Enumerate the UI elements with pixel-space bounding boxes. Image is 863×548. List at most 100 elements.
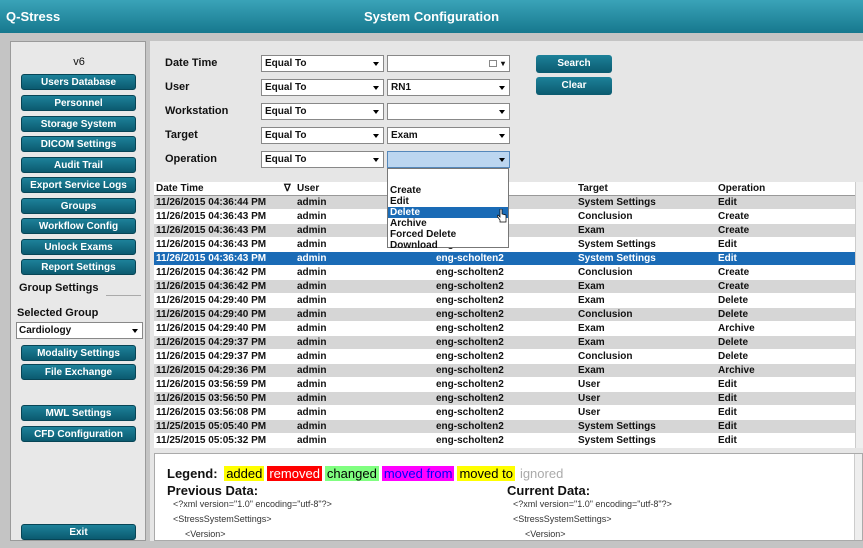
exit-button[interactable]: Exit bbox=[21, 524, 136, 540]
table-row[interactable]: 11/26/2015 04:29:36 PM admin eng-scholten2… bbox=[154, 364, 855, 378]
previous-xml-line: <StressSystemSettings> bbox=[173, 514, 272, 524]
storage-system-button[interactable]: Storage System bbox=[21, 116, 136, 132]
dicom-settings-button[interactable]: DICOM Settings bbox=[21, 136, 136, 152]
cell-operation: Create bbox=[718, 281, 750, 292]
table-row[interactable]: 11/26/2015 03:56:59 PM admin eng-scholten2… bbox=[154, 378, 855, 392]
sidebar: v6 Users Database Personnel Storage Syst… bbox=[10, 41, 146, 541]
cell-operation: Edit bbox=[718, 435, 737, 446]
current-xml-line: <Version> bbox=[525, 529, 566, 539]
cell-date-time: 11/26/2015 04:36:42 PM bbox=[156, 267, 267, 278]
table-row[interactable]: 11/26/2015 03:56:08 PM admin eng-scholten2… bbox=[154, 406, 855, 420]
dropdown-option-create[interactable]: Create bbox=[388, 185, 508, 196]
mwl-settings-button[interactable]: MWL Settings bbox=[21, 405, 136, 421]
dropdown-option-archive[interactable]: Archive bbox=[388, 218, 508, 229]
date-time-value-picker[interactable]: ▾ bbox=[387, 55, 510, 72]
calendar-icon bbox=[489, 60, 497, 67]
target-value: Exam bbox=[391, 130, 418, 141]
column-header-date-time[interactable]: Date Time bbox=[156, 183, 204, 194]
details-scrollbar[interactable] bbox=[854, 454, 862, 540]
cell-date-time: 11/26/2015 04:36:44 PM bbox=[156, 197, 267, 208]
personnel-button[interactable]: Personnel bbox=[21, 95, 136, 111]
cell-operation: Delete bbox=[718, 309, 749, 320]
vertical-scrollbar[interactable] bbox=[855, 182, 863, 448]
cell-date-time: 11/26/2015 03:56:59 PM bbox=[156, 379, 267, 390]
operation-value-select[interactable] bbox=[387, 151, 510, 168]
cell-workstation: eng-scholten2 bbox=[436, 337, 504, 348]
table-row[interactable]: 11/26/2015 03:56:50 PM admin eng-scholten2… bbox=[154, 392, 855, 406]
audit-trail-button[interactable]: Audit Trail bbox=[21, 157, 136, 173]
column-header-user[interactable]: User bbox=[297, 183, 319, 194]
target-operator-select[interactable]: Equal To bbox=[261, 127, 384, 144]
group-settings-label: Group Settings bbox=[19, 282, 99, 294]
app-frame: v6 Users Database Personnel Storage Syst… bbox=[0, 33, 863, 548]
cell-date-time: 11/26/2015 04:29:36 PM bbox=[156, 365, 267, 376]
cell-date-time: 11/26/2015 04:29:37 PM bbox=[156, 337, 267, 348]
cell-user: admin bbox=[297, 225, 327, 236]
cell-target: System Settings bbox=[578, 239, 656, 250]
cell-operation: Delete bbox=[718, 351, 749, 362]
cell-operation: Create bbox=[718, 211, 750, 222]
file-exchange-button[interactable]: File Exchange bbox=[21, 364, 136, 380]
workflow-config-button[interactable]: Workflow Config bbox=[21, 218, 136, 234]
cell-target: Exam bbox=[578, 281, 605, 292]
column-header-target[interactable]: Target bbox=[578, 183, 608, 194]
divider bbox=[106, 295, 141, 296]
search-button[interactable]: Search bbox=[536, 55, 612, 73]
cell-date-time: 11/26/2015 04:29:40 PM bbox=[156, 309, 267, 320]
window-title: System Configuration bbox=[363, 9, 500, 24]
dropdown-option-delete[interactable]: Delete bbox=[388, 207, 508, 218]
chevron-down-icon bbox=[132, 329, 138, 333]
cell-date-time: 11/26/2015 04:36:43 PM bbox=[156, 225, 267, 236]
legend-item: ignored bbox=[517, 466, 566, 481]
target-value-select[interactable]: Exam bbox=[387, 127, 510, 144]
table-row[interactable]: 11/25/2015 05:05:32 PM admin eng-scholten2… bbox=[154, 434, 855, 448]
date-time-operator-select[interactable]: Equal To bbox=[261, 55, 384, 72]
users-database-button[interactable]: Users Database bbox=[21, 74, 136, 90]
cell-workstation: eng-scholten2 bbox=[436, 351, 504, 362]
report-settings-button[interactable]: Report Settings bbox=[21, 259, 136, 275]
cell-target: User bbox=[578, 407, 601, 418]
table-row[interactable]: 11/26/2015 04:29:37 PM admin eng-scholten2… bbox=[154, 336, 855, 350]
column-header-operation[interactable]: Operation bbox=[718, 183, 765, 194]
table-row[interactable]: 11/26/2015 04:36:42 PM admin eng-scholten2… bbox=[154, 266, 855, 280]
cell-date-time: 11/25/2015 05:05:40 PM bbox=[156, 421, 267, 432]
dropdown-option-edit[interactable]: Edit bbox=[388, 196, 508, 207]
filter-label-workstation: Workstation bbox=[165, 105, 229, 117]
cell-user: admin bbox=[297, 407, 327, 418]
chevron-down-icon: ▾ bbox=[500, 59, 505, 68]
main-panel: Date Time Equal To ▾ User Equal To RN1 W… bbox=[150, 41, 863, 541]
operation-operator-select[interactable]: Equal To bbox=[261, 151, 384, 168]
cfd-configuration-button[interactable]: CFD Configuration bbox=[21, 426, 136, 442]
cell-operation: Edit bbox=[718, 407, 737, 418]
cell-operation: Create bbox=[718, 267, 750, 278]
cell-user: admin bbox=[297, 281, 327, 292]
unlock-exams-button[interactable]: Unlock Exams bbox=[21, 239, 136, 255]
table-row[interactable]: 11/25/2015 05:05:40 PM admin eng-scholten2… bbox=[154, 420, 855, 434]
dropdown-option-download[interactable]: Download bbox=[388, 240, 508, 251]
groups-button[interactable]: Groups bbox=[21, 198, 136, 214]
cell-date-time: 11/26/2015 04:29:40 PM bbox=[156, 323, 267, 334]
workstation-value-select[interactable] bbox=[387, 103, 510, 120]
cell-operation: Archive bbox=[718, 323, 755, 334]
table-row[interactable]: 11/26/2015 04:36:43 PM admin eng-scholten2… bbox=[154, 252, 855, 266]
user-operator-select[interactable]: Equal To bbox=[261, 79, 384, 96]
dropdown-option-forced-delete[interactable]: Forced Delete bbox=[388, 229, 508, 240]
workstation-operator-select[interactable]: Equal To bbox=[261, 103, 384, 120]
cell-user: admin bbox=[297, 253, 327, 264]
modality-settings-button[interactable]: Modality Settings bbox=[21, 345, 136, 361]
cell-date-time: 11/26/2015 03:56:08 PM bbox=[156, 407, 267, 418]
table-row[interactable]: 11/26/2015 04:29:37 PM admin eng-scholten2… bbox=[154, 350, 855, 364]
previous-data-title: Previous Data: bbox=[167, 483, 259, 498]
cell-date-time: 11/26/2015 04:36:43 PM bbox=[156, 211, 267, 222]
selected-group-select[interactable]: Cardiology bbox=[16, 322, 143, 339]
cell-target: Conclusion bbox=[578, 211, 633, 222]
user-value-select[interactable]: RN1 bbox=[387, 79, 510, 96]
cell-workstation: eng-scholten2 bbox=[436, 281, 504, 292]
table-row[interactable]: 11/26/2015 04:29:40 PM admin eng-scholten2… bbox=[154, 294, 855, 308]
export-service-logs-button[interactable]: Export Service Logs bbox=[21, 177, 136, 193]
clear-button[interactable]: Clear bbox=[536, 77, 612, 95]
table-row[interactable]: 11/26/2015 04:29:40 PM admin eng-scholten2… bbox=[154, 308, 855, 322]
legend: Legend: added removed changed moved from mov… bbox=[167, 466, 566, 481]
table-row[interactable]: 11/26/2015 04:36:42 PM admin eng-scholten2… bbox=[154, 280, 855, 294]
table-row[interactable]: 11/26/2015 04:29:40 PM admin eng-scholten2… bbox=[154, 322, 855, 336]
